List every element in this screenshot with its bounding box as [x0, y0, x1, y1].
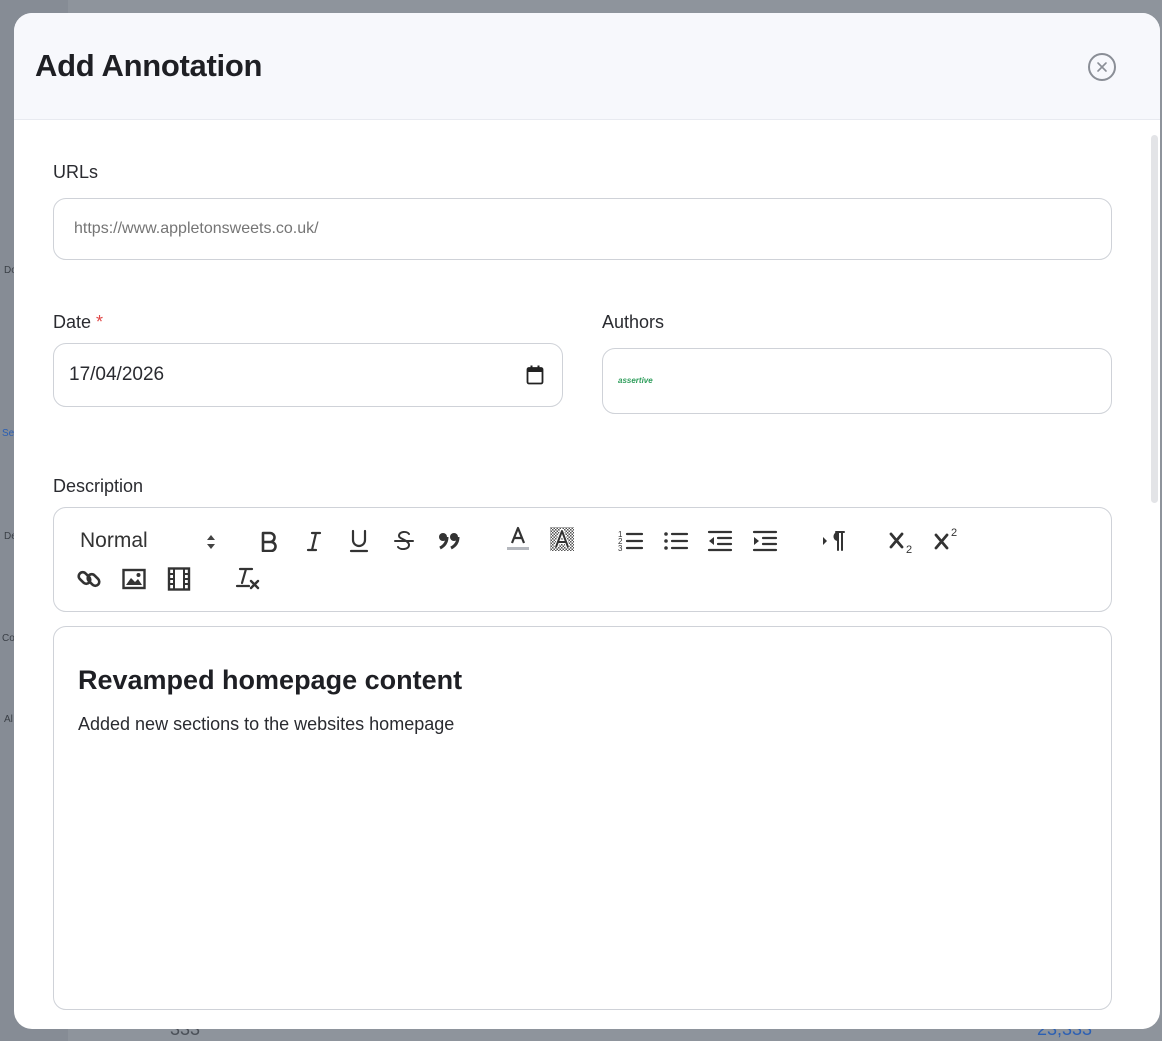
bold-icon — [261, 531, 277, 552]
format-select[interactable]: Normal — [80, 526, 220, 556]
superscript-icon: 2 — [934, 527, 957, 550]
superscript-button[interactable]: 2 — [933, 525, 961, 553]
svg-text:2: 2 — [951, 527, 957, 539]
date-label-text: Date — [53, 312, 92, 332]
close-button[interactable] — [1088, 53, 1116, 81]
indent-icon — [752, 530, 778, 552]
clear-format-button[interactable] — [234, 565, 262, 593]
calendar-icon[interactable] — [526, 365, 544, 385]
italic-icon — [306, 531, 322, 552]
modal-scrollbar[interactable] — [1151, 135, 1158, 503]
editor-toolbar: Normal 1 2 3 2 2 — [53, 507, 1112, 612]
bullet-list-button[interactable] — [662, 527, 690, 555]
indent-button[interactable] — [751, 527, 779, 555]
strikethrough-icon — [394, 530, 414, 551]
blockquote-button[interactable] — [435, 527, 463, 555]
modal-header: Add Annotation — [14, 13, 1160, 120]
image-button[interactable] — [120, 565, 148, 593]
highlight-icon — [550, 527, 574, 551]
text-direction-button[interactable] — [820, 527, 848, 555]
text-color-icon — [507, 526, 529, 550]
format-select-value: Normal — [80, 529, 148, 552]
author-chip[interactable]: assertive — [618, 376, 653, 385]
bullet-list-icon — [664, 532, 689, 550]
link-button[interactable] — [75, 565, 103, 593]
bg-sidebar-fragment: Se — [2, 428, 15, 439]
image-icon — [122, 568, 146, 590]
strikethrough-button[interactable] — [390, 527, 418, 555]
paragraph-direction-icon — [823, 531, 845, 551]
ordered-list-icon: 1 2 3 — [618, 530, 644, 553]
bg-sidebar-fragment: Al — [4, 714, 13, 725]
svg-text:3: 3 — [618, 544, 623, 553]
bg-sidebar-fragment: Co — [2, 633, 15, 644]
close-icon — [1097, 62, 1107, 72]
description-label: Description — [53, 476, 144, 496]
authors-field[interactable]: assertive — [602, 348, 1112, 414]
italic-button[interactable] — [300, 527, 328, 555]
required-mark: * — [96, 312, 104, 332]
outdent-icon — [707, 530, 733, 552]
video-button[interactable] — [165, 565, 193, 593]
video-icon — [167, 567, 191, 591]
select-arrows-icon — [207, 535, 215, 549]
editor-paragraph[interactable]: Added new sections to the websites homep… — [78, 714, 454, 735]
description-editor[interactable]: Revamped homepage content Added new sect… — [53, 626, 1112, 1010]
authors-label: Authors — [602, 312, 665, 332]
subscript-button[interactable]: 2 — [888, 527, 916, 555]
editor-heading[interactable]: Revamped homepage content — [78, 665, 462, 696]
modal-title: Add Annotation — [35, 48, 263, 83]
link-icon — [77, 570, 101, 588]
outdent-button[interactable] — [706, 527, 734, 555]
clear-format-icon — [235, 567, 260, 590]
underline-icon — [349, 529, 369, 553]
highlight-button[interactable] — [548, 525, 576, 553]
subscript-icon: 2 — [889, 532, 912, 554]
text-color-button[interactable] — [504, 525, 532, 553]
date-field[interactable]: 17/04/2026 — [53, 343, 563, 407]
bold-button[interactable] — [255, 527, 283, 555]
ordered-list-button[interactable]: 1 2 3 — [617, 527, 645, 555]
urls-field[interactable] — [53, 198, 1112, 260]
add-annotation-modal: Add Annotation URLs Date * 17/04/2026 Au… — [14, 13, 1160, 1029]
date-value: 17/04/2026 — [69, 364, 165, 385]
underline-button[interactable] — [345, 527, 373, 555]
blockquote-icon — [439, 533, 460, 550]
date-label: Date * — [53, 312, 103, 333]
urls-input[interactable] — [54, 199, 1111, 259]
svg-text:2: 2 — [906, 544, 912, 554]
urls-label: URLs — [53, 162, 99, 182]
